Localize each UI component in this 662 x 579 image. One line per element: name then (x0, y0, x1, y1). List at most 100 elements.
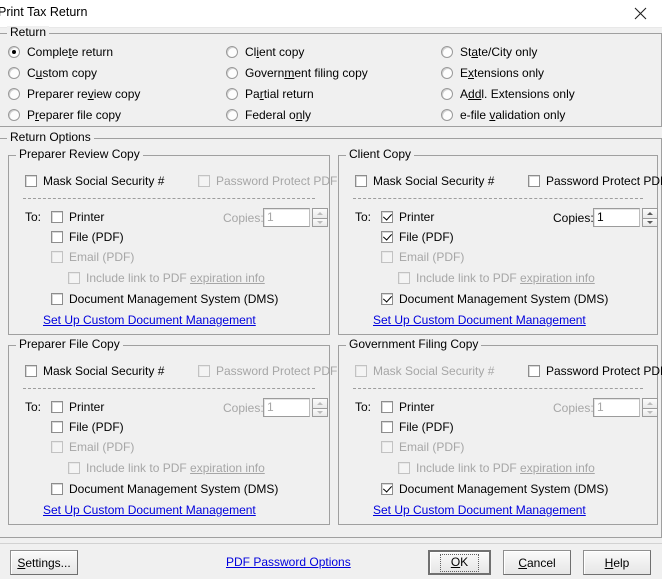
checkbox-indicator (198, 365, 210, 377)
radio-indicator (8, 67, 20, 79)
preparer-file-copy-password-protect-pdf-checkbox: Password Protect PDF (198, 363, 337, 379)
settings-button[interactable]: Settings... (10, 550, 78, 575)
ok-button[interactable]: OK (428, 550, 491, 575)
radio-custom-copy[interactable]: Custom copy (8, 65, 97, 81)
radio-label: Addl. Extensions only (460, 87, 575, 101)
radio-federal-only[interactable]: Federal only (226, 107, 311, 123)
checkbox-indicator (398, 462, 410, 474)
client-copy-copies-input[interactable]: 1 (593, 208, 640, 227)
government-filing-copy-setup-custom-document-management-link[interactable]: Set Up Custom Document Management (373, 503, 586, 518)
pdf-password-options-link[interactable]: PDF Password Options (226, 555, 351, 570)
client-copy-password-protect-pdf-checkbox[interactable]: Password Protect PDF (528, 173, 662, 189)
client-copy-setup-custom-document-management-link[interactable]: Set Up Custom Document Management (373, 313, 586, 328)
radio-e-file-validation-only[interactable]: e-file validation only (441, 107, 565, 123)
government-filing-copy-password-protect-pdf-checkbox[interactable]: Password Protect PDF (528, 363, 662, 379)
client-copy-email-pdf-checkbox: Email (PDF) (381, 249, 464, 265)
checkbox-label: Mask Social Security # (43, 364, 165, 378)
client-copy-file-pdf-checkbox[interactable]: File (PDF) (381, 229, 454, 245)
radio-indicator (441, 46, 453, 58)
checkbox-label: File (PDF) (399, 230, 454, 244)
radio-indicator (226, 46, 238, 58)
radio-complete-return[interactable]: Complete return (8, 44, 113, 60)
chevron-down-icon (317, 410, 323, 414)
preparer-review-copy-copies-stepper[interactable]: 1 (263, 208, 328, 227)
checkbox-indicator (51, 483, 63, 495)
chevron-up-icon (317, 211, 323, 215)
checkbox-indicator (68, 272, 80, 284)
government-filing-copy-copies-input: 1 (593, 398, 640, 417)
government-filing-copy-include-link-to-pdf-checkbox: Include link to PDF expiration info (398, 460, 595, 476)
preparer-file-copy-dms-checkbox[interactable]: Document Management System (DMS) (51, 481, 278, 497)
spinner-up-button (642, 398, 658, 408)
chevron-up-icon (317, 401, 323, 405)
checkbox-label: Document Management System (DMS) (399, 292, 609, 306)
radio-partial-return[interactable]: Partial return (226, 86, 314, 102)
client-copy-printer-checkbox[interactable]: Printer (381, 209, 434, 225)
checkbox-indicator (68, 462, 80, 474)
government-filing-copy-file-pdf-checkbox[interactable]: File (PDF) (381, 419, 454, 435)
preparer-review-copy-file-pdf-checkbox[interactable]: File (PDF) (51, 229, 124, 245)
preparer-review-copy-mask-ssn-checkbox[interactable]: Mask Social Security # (25, 173, 164, 189)
preparer-review-copy-setup-custom-document-management-link[interactable]: Set Up Custom Document Management (43, 313, 256, 328)
preparer-file-copy-setup-custom-document-management-link[interactable]: Set Up Custom Document Management (43, 503, 256, 518)
preparer-file-copy-mask-ssn-checkbox[interactable]: Mask Social Security # (25, 363, 164, 379)
checkbox-label: Password Protect PDF (546, 174, 662, 188)
checkbox-indicator (381, 441, 393, 453)
radio-preparer-review-copy[interactable]: Preparer review copy (8, 86, 140, 102)
checkbox-label: Include link to PDF expiration info (86, 461, 265, 475)
checkbox-indicator (51, 211, 63, 223)
close-icon[interactable] (618, 0, 662, 27)
checkbox-label: Email (PDF) (69, 250, 135, 264)
preparer-file-copy-copies-stepper[interactable]: 1 (263, 398, 328, 417)
checkbox-indicator (355, 365, 367, 377)
footer-divider (0, 543, 662, 544)
checkbox-label: Document Management System (DMS) (69, 292, 279, 306)
client-copy-copies-stepper[interactable]: 1 (593, 208, 658, 227)
radio-label: Partial return (245, 87, 314, 101)
spinner-up-button (312, 208, 328, 218)
radio-preparer-file-copy[interactable]: Preparer file copy (8, 107, 121, 123)
radio-label: Federal only (245, 108, 312, 122)
spinner-up-button[interactable] (642, 208, 658, 218)
chevron-down-icon (647, 220, 653, 224)
checkbox-label: File (PDF) (69, 420, 124, 434)
radio-addl-extensions-only[interactable]: Addl. Extensions only (441, 86, 575, 102)
preparer-review-copy-printer-checkbox[interactable]: Printer (51, 209, 104, 225)
ok-button-label: OK (439, 553, 480, 572)
government-filing-copy-dms-checkbox[interactable]: Document Management System (DMS) (381, 481, 608, 497)
preparer-review-copy-include-link-to-pdf-checkbox: Include link to PDF expiration info (68, 270, 265, 286)
checkbox-indicator (528, 365, 540, 377)
checkbox-indicator (51, 293, 63, 305)
preparer-review-copy-dms-checkbox[interactable]: Document Management System (DMS) (51, 291, 278, 307)
radio-label: Client copy (245, 45, 305, 59)
spinner-down-button[interactable] (642, 217, 658, 227)
spinner-up-button (312, 398, 328, 408)
help-button[interactable]: Help (583, 550, 651, 575)
preparer-review-copy-password-protect-pdf-checkbox: Password Protect PDF (198, 173, 337, 189)
radio-label: State/City only (460, 45, 538, 59)
preparer-file-copy-file-pdf-checkbox[interactable]: File (PDF) (51, 419, 124, 435)
cancel-button[interactable]: Cancel (503, 550, 571, 575)
radio-label: Preparer review copy (27, 87, 141, 101)
radio-client-copy[interactable]: Client copy (226, 44, 304, 60)
radio-label: Government filing copy (245, 66, 368, 80)
spinner-buttons (312, 398, 328, 417)
spinner-down-button (312, 217, 328, 227)
client-copy-dms-checkbox[interactable]: Document Management System (DMS) (381, 291, 608, 307)
government-filing-copy-printer-checkbox[interactable]: Printer (381, 399, 434, 415)
panel-legend: Preparer File Copy (16, 338, 123, 351)
radio-extensions-only[interactable]: Extensions only (441, 65, 544, 81)
radio-government-filing-copy[interactable]: Government filing copy (226, 65, 368, 81)
window-title: Print Tax Return (0, 5, 88, 19)
preparer-file-copy-printer-checkbox[interactable]: Printer (51, 399, 104, 415)
spinner-buttons (642, 208, 658, 227)
radio-label: Complete return (27, 45, 114, 59)
client-copy-to-label: To: (355, 210, 372, 224)
radio-indicator (8, 88, 20, 100)
radio-indicator (226, 88, 238, 100)
radio-indicator (226, 67, 238, 79)
client-copy-mask-ssn-checkbox[interactable]: Mask Social Security # (355, 173, 494, 189)
preparer-file-copy-copies-input: 1 (263, 398, 310, 417)
government-filing-copy-copies-stepper[interactable]: 1 (593, 398, 658, 417)
radio-state-city-only[interactable]: State/City only (441, 44, 537, 60)
